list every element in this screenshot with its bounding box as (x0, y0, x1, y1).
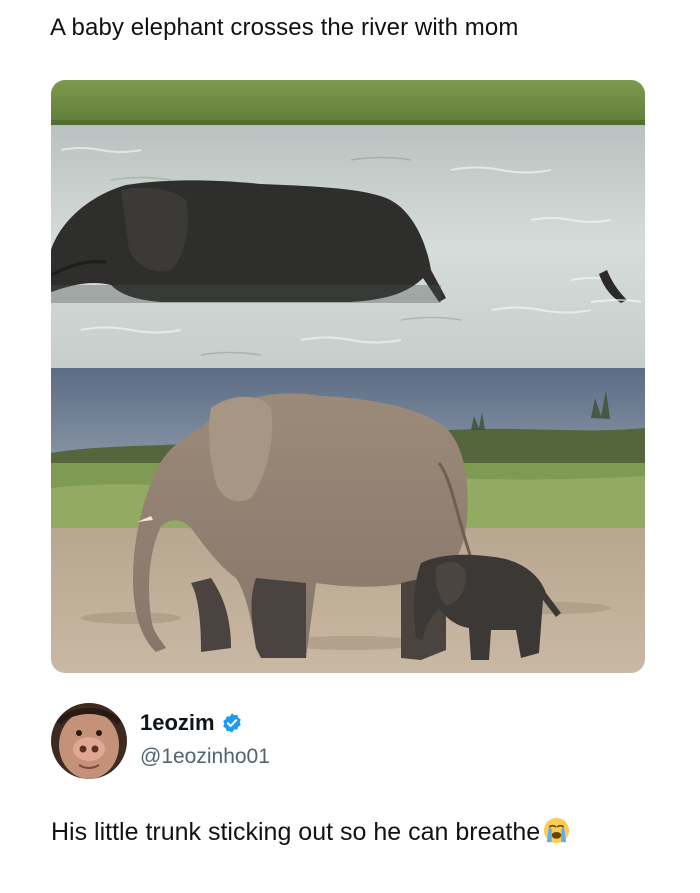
display-name[interactable]: 1eozim (140, 710, 215, 736)
post-title: A baby elephant crosses the river with m… (50, 14, 519, 41)
avatar[interactable] (51, 703, 127, 779)
mother-and-baby-photo[interactable] (51, 368, 645, 673)
author-handle[interactable]: @1eozinho01 (140, 744, 270, 770)
loudly-crying-face-icon (543, 817, 570, 844)
tweet-text: His little trunk sticking out so he can … (51, 814, 651, 851)
river-crossing-photo[interactable] (51, 80, 645, 368)
tweet-text-content: His little trunk sticking out so he can … (51, 818, 541, 846)
verified-badge-icon (222, 713, 241, 733)
author-name-row[interactable]: 1eozim (140, 710, 243, 736)
